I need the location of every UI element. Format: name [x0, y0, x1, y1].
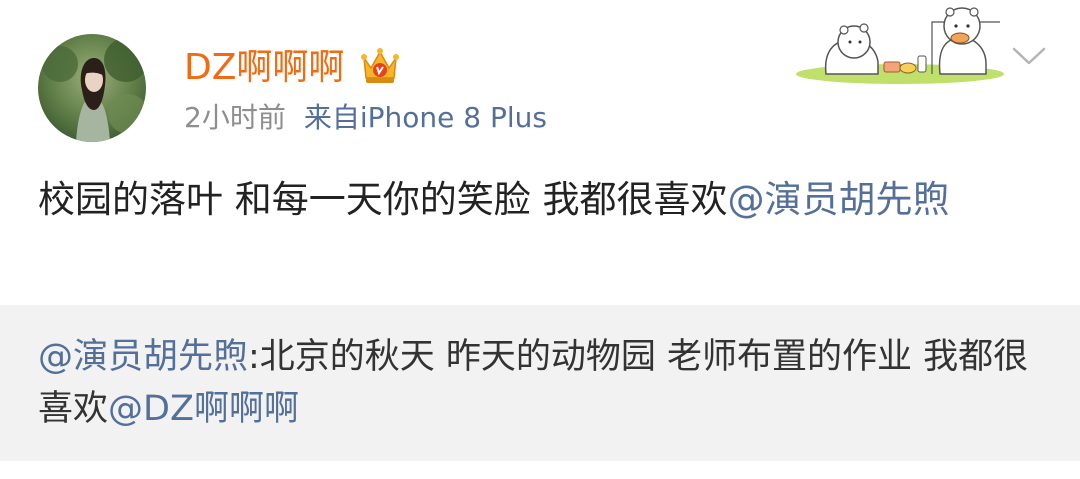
crown-badge-icon[interactable] [358, 46, 402, 86]
repost-text: @演员胡先煦:北京的秋天 昨天的动物园 老师布置的作业 我都很喜欢@DZ啊啊啊 [38, 331, 1043, 435]
post-source: 来自iPhone 8 Plus [303, 101, 547, 134]
bottom-divider [0, 461, 1080, 479]
avatar[interactable] [38, 34, 146, 142]
avatar-photo [38, 34, 146, 142]
repost-author-link[interactable]: @演员胡先煦 [38, 337, 248, 377]
bear-picnic-sticker [796, 7, 1004, 84]
post-text: 校园的落叶 和每一天你的笑脸 我都很喜欢@演员胡先煦 [38, 174, 1043, 226]
post-time: 2小时前 [184, 101, 286, 134]
weibo-post: DZ啊啊啊 2小时前 来自iPhone 8 Plus 校园的落叶 和每一天你的笑… [0, 0, 1080, 305]
post-meta: 2小时前 来自iPhone 8 Plus [184, 100, 547, 136]
repost-card[interactable]: @演员胡先煦:北京的秋天 昨天的动物园 老师布置的作业 我都很喜欢@DZ啊啊啊 [0, 305, 1080, 461]
mention-link[interactable]: @演员胡先煦 [728, 178, 950, 221]
username[interactable]: DZ啊啊啊 [184, 46, 344, 90]
post-body: 校园的落叶 和每一天你的笑脸 我都很喜欢 [38, 178, 728, 221]
repost-mention-link[interactable]: @DZ啊啊啊 [108, 389, 299, 429]
chevron-down-icon[interactable] [1010, 44, 1048, 68]
